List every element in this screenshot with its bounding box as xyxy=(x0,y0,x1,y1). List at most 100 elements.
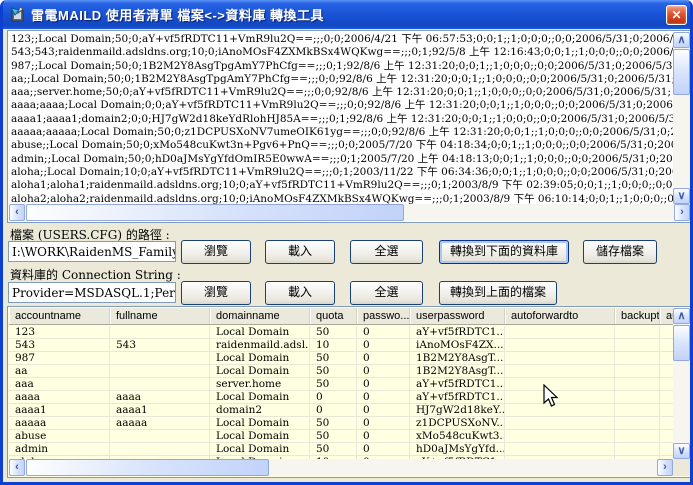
grid-scroll-down-button[interactable]: ∨ xyxy=(673,443,690,459)
cell-quota: 50 xyxy=(310,352,357,364)
cell-userpassword: z1DCPUSXoNV... xyxy=(410,417,505,429)
cell-au xyxy=(660,378,673,390)
column-header-quota[interactable]: quota xyxy=(310,308,357,324)
cell-quota: 50 xyxy=(310,443,357,455)
grid-hscroll-thumb[interactable] xyxy=(26,459,269,476)
column-header-accountname[interactable]: accountname xyxy=(9,308,110,324)
user-table[interactable]: accountnamefullnamedomainnamequotapasswo… xyxy=(7,306,692,478)
scroll-down-button[interactable]: ∨ xyxy=(673,188,690,204)
file-line: 987;;Local Domain;50;0;1B2M2Y8AsgTpgAmY7… xyxy=(11,60,673,73)
db-browse-button[interactable]: 瀏覽 xyxy=(181,281,251,305)
cell-userpassword: xMo548cuKwt3... xyxy=(410,430,505,442)
cell-fullname xyxy=(110,326,210,338)
table-row[interactable]: aaaa1aaaa1domain200HJ7gW2d18keY... xyxy=(9,404,673,417)
file-text-lines[interactable]: 123;;Local Domain;50;0;aY+vf5fRDTC11+VmR… xyxy=(9,32,673,204)
file-line: 123;;Local Domain;50;0;aY+vf5fRDTC11+VmR… xyxy=(11,33,673,46)
file-line: aloha;;Local Domain;10;0;aY+vf5fRDTC11+V… xyxy=(11,166,673,179)
table-row[interactable]: adminLocal Domain500hD0aJMsYgYfd... xyxy=(9,443,673,456)
cell-backupto xyxy=(615,443,660,455)
cell-domainname: raidenmaild.adsl... xyxy=(210,339,310,351)
cell-fullname: aaaa xyxy=(110,391,210,403)
cell-userpassword: aY+vf5fRDTC1... xyxy=(410,326,505,338)
cell-quota: 50 xyxy=(310,365,357,377)
cell-fullname xyxy=(110,378,210,390)
file-text-vscroll-thumb[interactable] xyxy=(673,49,690,95)
cell-quota: 0 xyxy=(310,404,357,416)
cell-fullname xyxy=(110,365,210,377)
file-browse-button[interactable]: 瀏覽 xyxy=(181,240,251,264)
file-line: aaa;;server.home;50;0;aY+vf5fRDTC11+VmR9… xyxy=(11,86,673,99)
cell-backupto xyxy=(615,326,660,338)
file-text-hscroll-thumb[interactable] xyxy=(26,204,404,221)
app-window: 雷電MAILD 使用者清單 檔案<->資料庫 轉換工具 ✕ 123;;Local… xyxy=(0,0,693,485)
cell-accountname: 123 xyxy=(9,326,110,338)
file-select-all-button[interactable]: 全選 xyxy=(350,240,423,264)
cell-accountname: aaa xyxy=(9,378,110,390)
column-header-au[interactable]: au xyxy=(660,308,673,324)
cell-autoforwardto xyxy=(505,365,615,377)
cell-domainname: Local Domain xyxy=(210,391,310,403)
column-header-userpassword[interactable]: userpassword xyxy=(410,308,505,324)
grid-scroll-right-button[interactable]: › xyxy=(657,459,673,476)
file-line: aloha1;aloha1;raidenmaild.adsldns.org;10… xyxy=(11,179,673,192)
column-header-fullname[interactable]: fullname xyxy=(110,308,210,324)
cell-passwo: 0 xyxy=(357,443,410,455)
column-header-backupto[interactable]: backupto xyxy=(615,308,660,324)
cell-passwo: 0 xyxy=(357,404,410,416)
scroll-down-icon: ∨ xyxy=(677,445,685,457)
table-row[interactable]: 987Local Domain5001B2M2Y8AsgT... xyxy=(9,352,673,365)
file-line: aa;;Local Domain;50;0;1B2M2Y8AsgTpgAmY7P… xyxy=(11,73,673,86)
scroll-right-button[interactable]: › xyxy=(674,204,690,221)
file-text-hscrollbar[interactable]: ‹ › xyxy=(9,204,690,221)
cell-autoforwardto xyxy=(505,352,615,364)
save-file-button[interactable]: 儲存檔案 xyxy=(583,240,657,264)
table-row[interactable]: 123Local Domain500aY+vf5fRDTC1... xyxy=(9,326,673,339)
cell-quota: 50 xyxy=(310,378,357,390)
db-load-button[interactable]: 載入 xyxy=(265,281,335,305)
scroll-up-button[interactable]: ∧ xyxy=(673,32,690,48)
grid-hscrollbar[interactable]: ‹ › xyxy=(9,459,673,476)
close-button[interactable]: ✕ xyxy=(666,5,687,25)
file-path-input[interactable] xyxy=(8,241,176,262)
table-row[interactable]: abuseLocal Domain500xMo548cuKwt3... xyxy=(9,430,673,443)
db-select-all-button[interactable]: 全選 xyxy=(350,281,423,305)
scroll-left-button[interactable]: ‹ xyxy=(9,204,25,221)
convert-to-database-button[interactable]: 轉換到下面的資料庫 xyxy=(439,240,569,264)
convert-to-file-button[interactable]: 轉換到上面的檔案 xyxy=(439,281,557,305)
close-icon: ✕ xyxy=(671,8,681,22)
grid-scroll-up-button[interactable]: ∧ xyxy=(673,308,690,324)
cell-passwo: 0 xyxy=(357,430,410,442)
table-row[interactable]: aaaserver.home500aY+vf5fRDTC1... xyxy=(9,378,673,391)
cell-autoforwardto xyxy=(505,326,615,338)
file-text-area[interactable]: 123;;Local Domain;50;0;aY+vf5fRDTC11+VmR… xyxy=(7,30,692,223)
cell-userpassword: aY+vf5fRDTC1... xyxy=(410,391,505,403)
cell-au xyxy=(660,391,673,403)
scrollbar-corner xyxy=(673,459,690,476)
grid-vscroll-thumb[interactable] xyxy=(673,325,690,361)
cell-userpassword: 1B2M2Y8AsgT... xyxy=(410,352,505,364)
column-header-passwo[interactable]: passwo... xyxy=(357,308,410,324)
cell-domainname: Local Domain xyxy=(210,417,310,429)
table-row[interactable]: aaaaaaaaLocal Domain00aY+vf5fRDTC1... xyxy=(9,391,673,404)
grid-header: accountnamefullnamedomainnamequotapasswo… xyxy=(9,308,673,325)
cell-backupto xyxy=(615,391,660,403)
table-row[interactable]: 543543raidenmaild.adsl...100iAnoMOsF4ZX.… xyxy=(9,339,673,352)
cell-fullname xyxy=(110,430,210,442)
grid-vscrollbar[interactable]: ∧ ∨ xyxy=(673,308,690,459)
cell-passwo: 0 xyxy=(357,352,410,364)
table-row[interactable]: aaLocal Domain5001B2M2Y8AsgT... xyxy=(9,365,673,378)
file-line: aaaaa;aaaaa;Local Domain;50;0;z1DCPUSXoN… xyxy=(11,126,673,139)
table-row[interactable]: aaaaaaaaaaLocal Domain500z1DCPUSXoNV... xyxy=(9,417,673,430)
file-text-vscrollbar[interactable]: ∧ ∨ xyxy=(673,32,690,204)
connection-string-input[interactable] xyxy=(8,282,176,303)
file-line: 543;543;raidenmaild.adsldns.org;10;0;iAn… xyxy=(11,46,673,59)
file-load-button[interactable]: 載入 xyxy=(265,240,335,264)
cell-au xyxy=(660,326,673,338)
cell-userpassword: 1B2M2Y8AsgT... xyxy=(410,365,505,377)
column-header-domainname[interactable]: domainname xyxy=(210,308,310,324)
cell-passwo: 0 xyxy=(357,326,410,338)
column-header-autoforwardto[interactable]: autoforwardto xyxy=(505,308,615,324)
grid-scroll-left-button[interactable]: ‹ xyxy=(9,459,25,476)
cell-fullname xyxy=(110,443,210,455)
cell-accountname: abuse xyxy=(9,430,110,442)
